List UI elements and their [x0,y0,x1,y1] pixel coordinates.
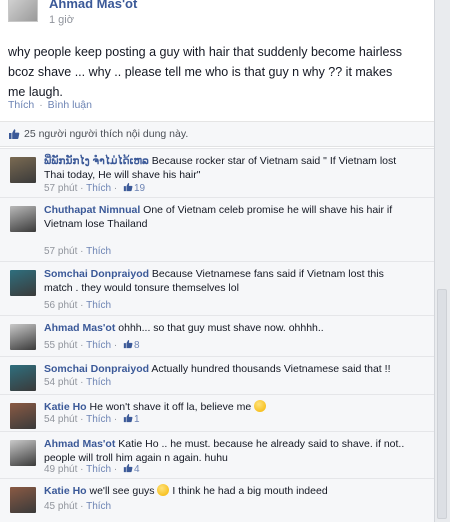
comment-meta: 54 phút · Thích [44,377,111,388]
post-actions: Thích · Bình luận [8,99,92,111]
post-timestamp[interactable]: 1 giờ [49,14,74,26]
comment-item: ພີ່ພັກນັກໄງ ຈຳໄມ່ໄດ້ເຫລ Because rocker s… [0,148,434,197]
comment-avatar[interactable] [10,487,36,513]
thumbs-up-icon [123,182,133,192]
comment-timestamp[interactable]: 56 phút [44,300,77,311]
comment-like-link[interactable]: Thích [86,377,111,388]
separator: · [77,183,87,194]
separator: · [77,340,87,351]
comment-meta: 45 phút · Thích [44,501,111,512]
separator: · [111,340,120,351]
thumbs-up-icon [9,129,20,139]
comment-meta: 54 phút · Thích · 1 [44,413,140,425]
comment-avatar[interactable] [10,365,36,391]
comment-body: Somchai Donpraiyod Actually hundred thou… [44,362,414,376]
separator: · [77,246,87,257]
comment-timestamp[interactable]: 57 phút [44,246,77,257]
thumbs-up-icon [123,413,133,423]
comment-item: Somchai Donpraiyod Actually hundred thou… [0,356,434,394]
comment-meta: 56 phút · Thích [44,300,111,311]
comment-author[interactable]: ພີ່ພັກນັກໄງ ຈຳໄມ່ໄດ້ເຫລ [44,155,149,167]
comment-timestamp[interactable]: 54 phút [44,414,77,425]
comment-meta: 55 phút · Thích · 8 [44,339,140,351]
comment-body: Somchai Donpraiyod Because Vietnamese fa… [44,267,414,295]
author-name[interactable]: Ahmad Mas'ot [49,0,137,11]
like-link[interactable]: Thích [8,99,34,111]
comment-item: Katie Ho we'll see guys I think he had a… [0,478,434,522]
separator: · [111,183,120,194]
comment-meta: 57 phút · Thích · 19 [44,182,145,194]
comment-text: Actually hundred thousands Vietnamese sa… [149,363,391,375]
separator: · [77,501,87,512]
comment-body: Ahmad Mas'ot Katie Ho .. he must. becaus… [44,437,414,465]
separator: · [77,414,87,425]
comment-item: Ahmad Mas'ot ohhh... so that guy must sh… [0,315,434,356]
comment-body: Ahmad Mas'ot ohhh... so that guy must sh… [44,321,414,335]
comment-avatar[interactable] [10,403,36,429]
comment-timestamp[interactable]: 54 phút [44,377,77,388]
comment-timestamp[interactable]: 49 phút [44,464,77,475]
comment-like-count[interactable]: 8 [134,340,140,351]
comment-like-link[interactable]: Thích [86,246,111,257]
comment-text: we'll see guys [86,485,155,497]
comment-like-link[interactable]: Thích [86,414,111,425]
comment-author[interactable]: Somchai Donpraiyod [44,363,149,375]
separator: · [77,464,87,475]
separator: · [39,99,43,111]
post-text: why people keep posting a guy with hair … [8,45,402,99]
comment-like-count[interactable]: 19 [134,183,145,194]
author-avatar[interactable] [8,0,38,22]
comment-like-link[interactable]: Thích [86,183,111,194]
comment-author[interactable]: Katie Ho [44,485,87,497]
comment-like-count[interactable]: 1 [134,414,140,425]
thumbs-up-icon [123,339,133,349]
comment-like-link[interactable]: Thích [86,340,111,351]
comments-list: ພີ່ພັກນັກໄງ ຈຳໄມ່ໄດ້ເຫລ Because rocker s… [0,148,434,522]
comment-item: Katie Ho He won't shave it off la, belie… [0,394,434,431]
comment-avatar[interactable] [10,206,36,232]
comment-timestamp[interactable]: 45 phút [44,501,77,512]
comment-author[interactable]: Katie Ho [44,401,87,413]
comment-body: Katie Ho He won't shave it off la, belie… [44,400,414,414]
comment-body: Katie Ho we'll see guys I think he had a… [44,484,414,498]
likes-summary: 25 người người thích nội dung này. [0,121,434,147]
comment-avatar[interactable] [10,324,36,350]
comment-item: Ahmad Mas'ot Katie Ho .. he must. becaus… [0,431,434,478]
comment-like-count[interactable]: 4 [134,464,140,475]
scrollbar-thumb[interactable] [437,289,447,519]
separator: · [77,377,87,388]
comment-avatar[interactable] [10,157,36,183]
thumbs-up-icon [123,463,133,473]
comment-meta: 49 phút · Thích · 4 [44,463,140,475]
comment-item: Chuthapat Nimnual One of Vietnam celeb p… [0,197,434,261]
smiley-icon [254,400,267,412]
comment-text-continued: I think he had a big mouth indeed [169,485,328,497]
comment-author[interactable]: Ahmad Mas'ot [44,438,115,450]
comment-author[interactable]: Chuthapat Nimnual [44,204,140,216]
comment-item: Somchai Donpraiyod Because Vietnamese fa… [0,261,434,315]
comment-like-link[interactable]: Thích [86,464,111,475]
separator: · [77,300,87,311]
comment-like-link[interactable]: Thích [86,501,111,512]
likes-count-text[interactable]: 25 người người thích nội dung này. [24,128,188,140]
comment-author[interactable]: Ahmad Mas'ot [44,322,115,334]
comment-meta: 57 phút · Thích [44,246,111,257]
comment-timestamp[interactable]: 55 phút [44,340,77,351]
comment-body: ພີ່ພັກນັກໄງ ຈຳໄມ່ໄດ້ເຫລ Because rocker s… [44,154,414,182]
comment-avatar[interactable] [10,440,36,466]
comment-body: Chuthapat Nimnual One of Vietnam celeb p… [44,203,414,231]
comment-like-link[interactable]: Thích [86,300,111,311]
comment-timestamp[interactable]: 57 phút [44,183,77,194]
comment-text: He won't shave it off la, believe me [86,401,252,413]
comment-author[interactable]: Somchai Donpraiyod [44,268,149,280]
comment-link[interactable]: Bình luận [48,99,92,111]
comment-avatar[interactable] [10,270,36,296]
separator: · [111,464,120,475]
separator: · [111,414,120,425]
smiley-icon [157,484,170,496]
comment-text: ohhh... so that guy must shave now. ohhh… [115,322,324,334]
